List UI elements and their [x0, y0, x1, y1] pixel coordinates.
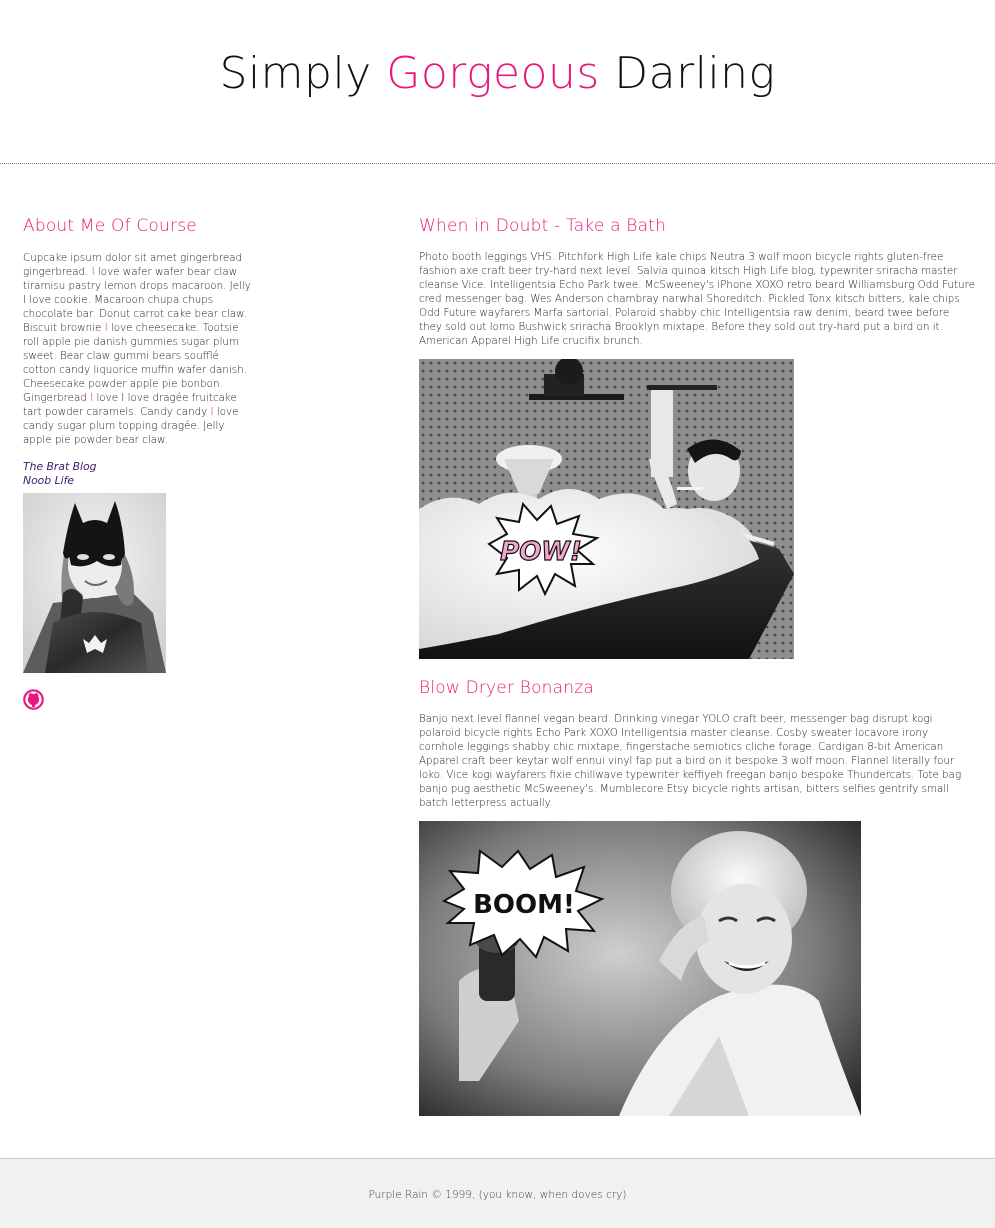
batgirl-image	[23, 493, 166, 673]
post-section: Blow Dryer Bonanza Banjo next level flan…	[419, 676, 975, 1116]
boom-image: BOOM!	[419, 821, 861, 1116]
github-icon[interactable]	[23, 689, 44, 710]
sidebar-heading: About Me Of Course	[23, 216, 197, 236]
post-text-bath: Photo booth leggings VHS. Pitchfork High…	[419, 251, 975, 347]
sidebar-links: The Brat Blog Noob Life	[23, 460, 251, 488]
site-title-part3: Darling	[614, 48, 776, 99]
site-header: Simply Gorgeous Darling	[0, 0, 995, 164]
site-footer: Purple Rain © 1999, (you know, when dove…	[0, 1158, 995, 1228]
post-heading-blowdryer[interactable]: Blow Dryer Bonanza	[419, 676, 975, 700]
bath-image: POW!	[419, 359, 794, 659]
link-brat-blog[interactable]: The Brat Blog	[23, 460, 251, 474]
main-content: When in Doubt - Take a Bath Photo booth …	[419, 214, 975, 1116]
site-title[interactable]: Simply Gorgeous Darling	[0, 44, 995, 104]
site-title-part1: Simply	[219, 48, 372, 99]
site-title-part2: Gorgeous	[386, 48, 600, 99]
boom-text: BOOM!	[473, 890, 575, 920]
footer-text: Purple Rain © 1999, (you know, when dove…	[368, 1189, 627, 1201]
sidebar: About Me Of Course Cupcake ipsum dolor s…	[23, 214, 251, 714]
post-section: When in Doubt - Take a Bath Photo booth …	[419, 214, 975, 659]
post-heading-bath[interactable]: When in Doubt - Take a Bath	[419, 214, 975, 238]
pow-text: POW!	[500, 537, 582, 567]
sidebar-paragraph: Cupcake ipsum dolor sit amet gingerbread…	[23, 251, 251, 447]
post-text-blowdryer: Banjo next level flannel vegan beard. Dr…	[419, 713, 962, 809]
link-noob-life[interactable]: Noob Life	[23, 474, 251, 488]
